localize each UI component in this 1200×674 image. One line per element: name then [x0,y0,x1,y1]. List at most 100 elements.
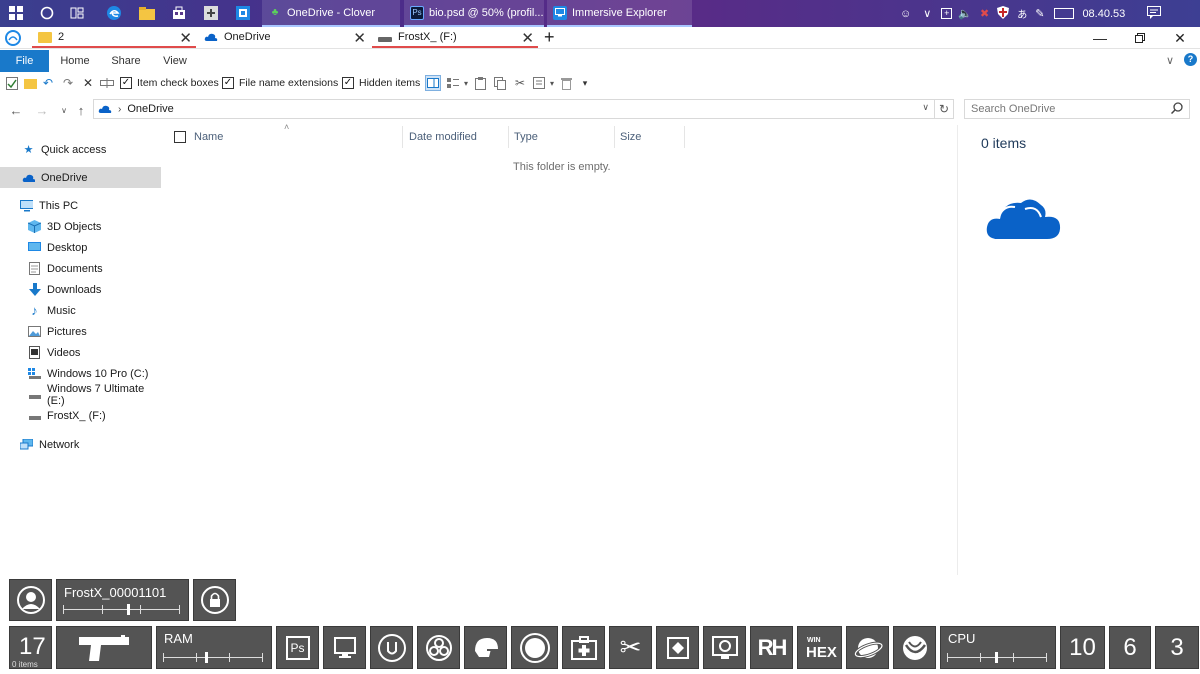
ime-icon[interactable]: あ [1017,6,1027,21]
taskbar-app-immersive-explorer[interactable]: Immersive Explorer [547,0,692,27]
app-logo-icon[interactable] [5,30,21,46]
slider-knob[interactable] [205,652,208,663]
app-icon-blue[interactable] [234,4,252,22]
winhex-tile[interactable]: WIN HEX [797,626,842,669]
nav-videos[interactable]: Videos [0,342,161,363]
nav-drive-f[interactable]: FrostX_ (F:) [0,405,161,426]
chevron-up-icon[interactable]: ∨ [923,7,931,20]
breadcrumb-onedrive[interactable]: OneDrive [127,103,173,115]
counter-tile-a[interactable]: 10 [1060,626,1105,669]
nav-drive-e[interactable]: Windows 7 Ultimate (E:) [0,383,161,407]
keyboard-icon[interactable] [1054,8,1075,19]
close-icon[interactable]: ✕ [179,29,192,47]
cut-icon[interactable]: ✂ [512,75,528,91]
nav-network[interactable]: Network [0,434,161,455]
column-header-type[interactable]: Type [509,126,615,148]
copy-icon[interactable] [492,75,508,91]
back-arrow-icon[interactable]: ← [8,101,24,119]
ram-slider[interactable] [163,652,263,663]
notifications-icon[interactable] [1147,5,1162,22]
tab-2[interactable]: 2 ✕ [32,28,196,48]
help-icon[interactable]: ? [1184,53,1197,66]
store-icon[interactable] [170,4,188,22]
delete-icon[interactable]: ✕ [80,75,96,91]
user-name-tile[interactable]: FrostX_00001101 [56,579,189,621]
nav-this-pc[interactable]: This PC [0,195,161,216]
properties-icon[interactable] [4,75,20,91]
preview-pane-icon[interactable] [425,75,441,91]
undo-icon[interactable]: ↶ [40,75,56,91]
nav-documents[interactable]: Documents [0,258,161,279]
tab-view[interactable]: View [155,50,195,72]
clipboard-icon[interactable] [472,75,488,91]
nav-3d-objects[interactable]: 3D Objects [0,216,161,237]
search-icon[interactable] [1170,102,1183,117]
nav-desktop[interactable]: Desktop [0,237,161,258]
start-button[interactable] [7,4,25,22]
ram-tile[interactable]: RAM [156,626,272,669]
nav-onedrive[interactable]: OneDrive [0,167,161,188]
shield-icon[interactable] [997,5,1010,22]
cpu-tile[interactable]: CPU [940,626,1056,669]
tab-onedrive[interactable]: OneDrive ✕ [198,28,370,48]
swirl-tile[interactable] [893,626,936,669]
customize-toolbar-icon[interactable]: ▾ [577,75,593,91]
counter-tile-b[interactable]: 6 [1109,626,1151,669]
slider-knob[interactable] [127,604,131,615]
network-error-icon[interactable]: ✖ [980,7,989,20]
u-tile[interactable] [370,626,413,669]
edge-icon[interactable] [105,4,123,22]
refresh-button[interactable]: ↻ [935,99,954,119]
photoshop-tile[interactable]: Ps [276,626,319,669]
lock-tile[interactable] [193,579,236,621]
column-header-size[interactable]: Size [615,126,685,148]
new-tab-button[interactable]: + [544,27,555,48]
circle-tile[interactable] [511,626,558,669]
biohazard-tile[interactable] [417,626,460,669]
scissors-tile[interactable]: ✂ [609,626,652,669]
helmet-tile[interactable] [464,626,507,669]
address-input[interactable]: › OneDrive ∨ [93,99,935,119]
clock[interactable]: 08.40.53 [1082,8,1125,20]
slider-knob[interactable] [995,652,998,663]
rh-tile[interactable]: RH [750,626,793,669]
user-avatar-tile[interactable] [9,579,52,621]
column-header-name[interactable]: Name [189,126,403,148]
task-view-icon[interactable] [68,4,86,22]
planet-tile[interactable] [846,626,889,669]
pen-icon[interactable]: ✎ [1035,7,1044,20]
counter-tile-c[interactable]: 3 [1155,626,1199,669]
nav-downloads[interactable]: Downloads [0,279,161,300]
chevron-down-icon[interactable]: ∨ [922,102,929,113]
volume-icon[interactable]: 🔈 [958,7,972,20]
close-icon[interactable]: ✕ [353,29,366,47]
expand-ribbon-icon[interactable]: ∨ [1166,54,1174,67]
minimize-button[interactable]: — [1080,27,1120,49]
rename-icon[interactable] [99,75,115,91]
tab-share[interactable]: Share [106,50,146,72]
recent-locations-chevron-icon[interactable]: ∨ [56,101,72,119]
cpu-slider[interactable] [947,652,1047,663]
people-icon[interactable]: ☺ [900,8,911,20]
recycle-icon[interactable] [558,75,574,91]
tab-frostx-drive[interactable]: FrostX_ (F:) ✕ [372,28,538,48]
pistol-tile[interactable] [56,626,152,669]
breadcrumb-chevron-icon[interactable]: › [118,104,121,115]
hidden-items-checkbox[interactable]: ✓ [342,77,354,89]
close-icon[interactable]: ✕ [521,29,534,47]
editor-tile[interactable] [656,626,699,669]
search-input[interactable]: Search OneDrive [964,99,1190,119]
new-folder-icon[interactable] [22,75,38,91]
app-icon-plus[interactable] [202,4,220,22]
nav-quick-access[interactable]: ★ Quick access [0,139,161,160]
nav-pictures[interactable]: Pictures [0,321,161,342]
nav-music[interactable]: ♪ Music [0,300,161,321]
nav-drive-c[interactable]: Windows 10 Pro (C:) [0,363,161,384]
redo-icon[interactable]: ↷ [60,75,76,91]
taskbar-app-clover[interactable]: ♣ OneDrive - Clover [262,0,400,27]
settings-monitor-tile[interactable] [703,626,746,669]
file-name-extensions-checkbox[interactable]: ✓ [222,77,234,89]
item-check-boxes-checkbox[interactable]: ✓ [120,77,132,89]
file-explorer-icon[interactable] [138,4,156,22]
maximize-button[interactable] [1120,27,1160,49]
